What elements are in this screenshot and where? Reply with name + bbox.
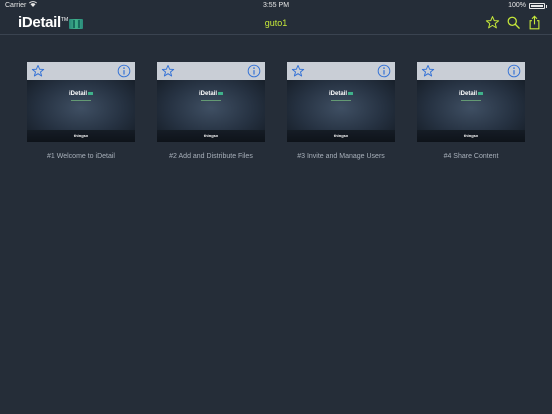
content-card[interactable]: iDetail thingsx #4 Share Content bbox=[417, 62, 525, 160]
thumb-footer: thingsx bbox=[157, 130, 265, 142]
favorites-star-icon[interactable] bbox=[485, 15, 500, 30]
card-title[interactable]: #4 Share Content bbox=[417, 153, 525, 160]
thumb-tagline bbox=[461, 100, 481, 101]
thumb-footer: thingsx bbox=[417, 130, 525, 142]
thumb-logo: iDetail bbox=[157, 91, 265, 97]
card-header bbox=[417, 62, 525, 80]
card-header bbox=[157, 62, 265, 80]
battery-icon bbox=[529, 3, 545, 9]
thumb-footer: thingsx bbox=[287, 130, 395, 142]
card-thumbnail[interactable]: iDetail thingsx bbox=[27, 80, 135, 142]
card-thumbnail[interactable]: iDetail thingsx bbox=[287, 80, 395, 142]
search-icon[interactable] bbox=[506, 15, 521, 30]
favorite-star-icon[interactable] bbox=[421, 64, 435, 78]
page-title: guto1 bbox=[264, 18, 288, 28]
nav-bar: iDetail TM guto1 bbox=[0, 12, 552, 35]
favorite-star-icon[interactable] bbox=[31, 64, 45, 78]
thumb-tagline bbox=[71, 100, 91, 101]
battery-percent: 100% bbox=[508, 2, 526, 9]
thumb-logo: iDetail bbox=[287, 91, 395, 97]
info-icon[interactable] bbox=[377, 64, 391, 78]
info-icon[interactable] bbox=[247, 64, 261, 78]
card-thumbnail[interactable]: iDetail thingsx bbox=[417, 80, 525, 142]
thumb-tagline bbox=[331, 100, 351, 101]
content-card[interactable]: iDetail thingsx #1 Welcome to iDetail bbox=[27, 62, 135, 160]
status-time: 3:55 PM bbox=[262, 2, 290, 9]
favorite-star-icon[interactable] bbox=[291, 64, 305, 78]
battery-tip bbox=[546, 4, 547, 8]
card-title[interactable]: #2 Add and Distribute Files bbox=[157, 153, 265, 160]
content-card[interactable]: iDetail thingsx #2 Add and Distribute Fi… bbox=[157, 62, 265, 160]
info-icon[interactable] bbox=[507, 64, 521, 78]
card-title[interactable]: #1 Welcome to iDetail bbox=[27, 153, 135, 160]
favorite-star-icon[interactable] bbox=[161, 64, 175, 78]
card-header bbox=[287, 62, 395, 80]
thumb-footer: thingsx bbox=[27, 130, 135, 142]
nav-actions bbox=[485, 15, 542, 30]
info-icon[interactable] bbox=[117, 64, 131, 78]
card-title[interactable]: #3 Invite and Manage Users bbox=[287, 153, 395, 160]
thumb-tagline bbox=[201, 100, 221, 101]
share-icon[interactable] bbox=[527, 15, 542, 30]
thumb-logo: iDetail bbox=[27, 91, 135, 97]
card-header bbox=[27, 62, 135, 80]
status-bar: Carrier 3:55 PM 100% bbox=[0, 0, 552, 12]
content-card[interactable]: iDetail thingsx #3 Invite and Manage Use… bbox=[287, 62, 395, 160]
thumb-logo: iDetail bbox=[417, 91, 525, 97]
status-right: 100% bbox=[508, 0, 547, 12]
card-thumbnail[interactable]: iDetail thingsx bbox=[157, 80, 265, 142]
